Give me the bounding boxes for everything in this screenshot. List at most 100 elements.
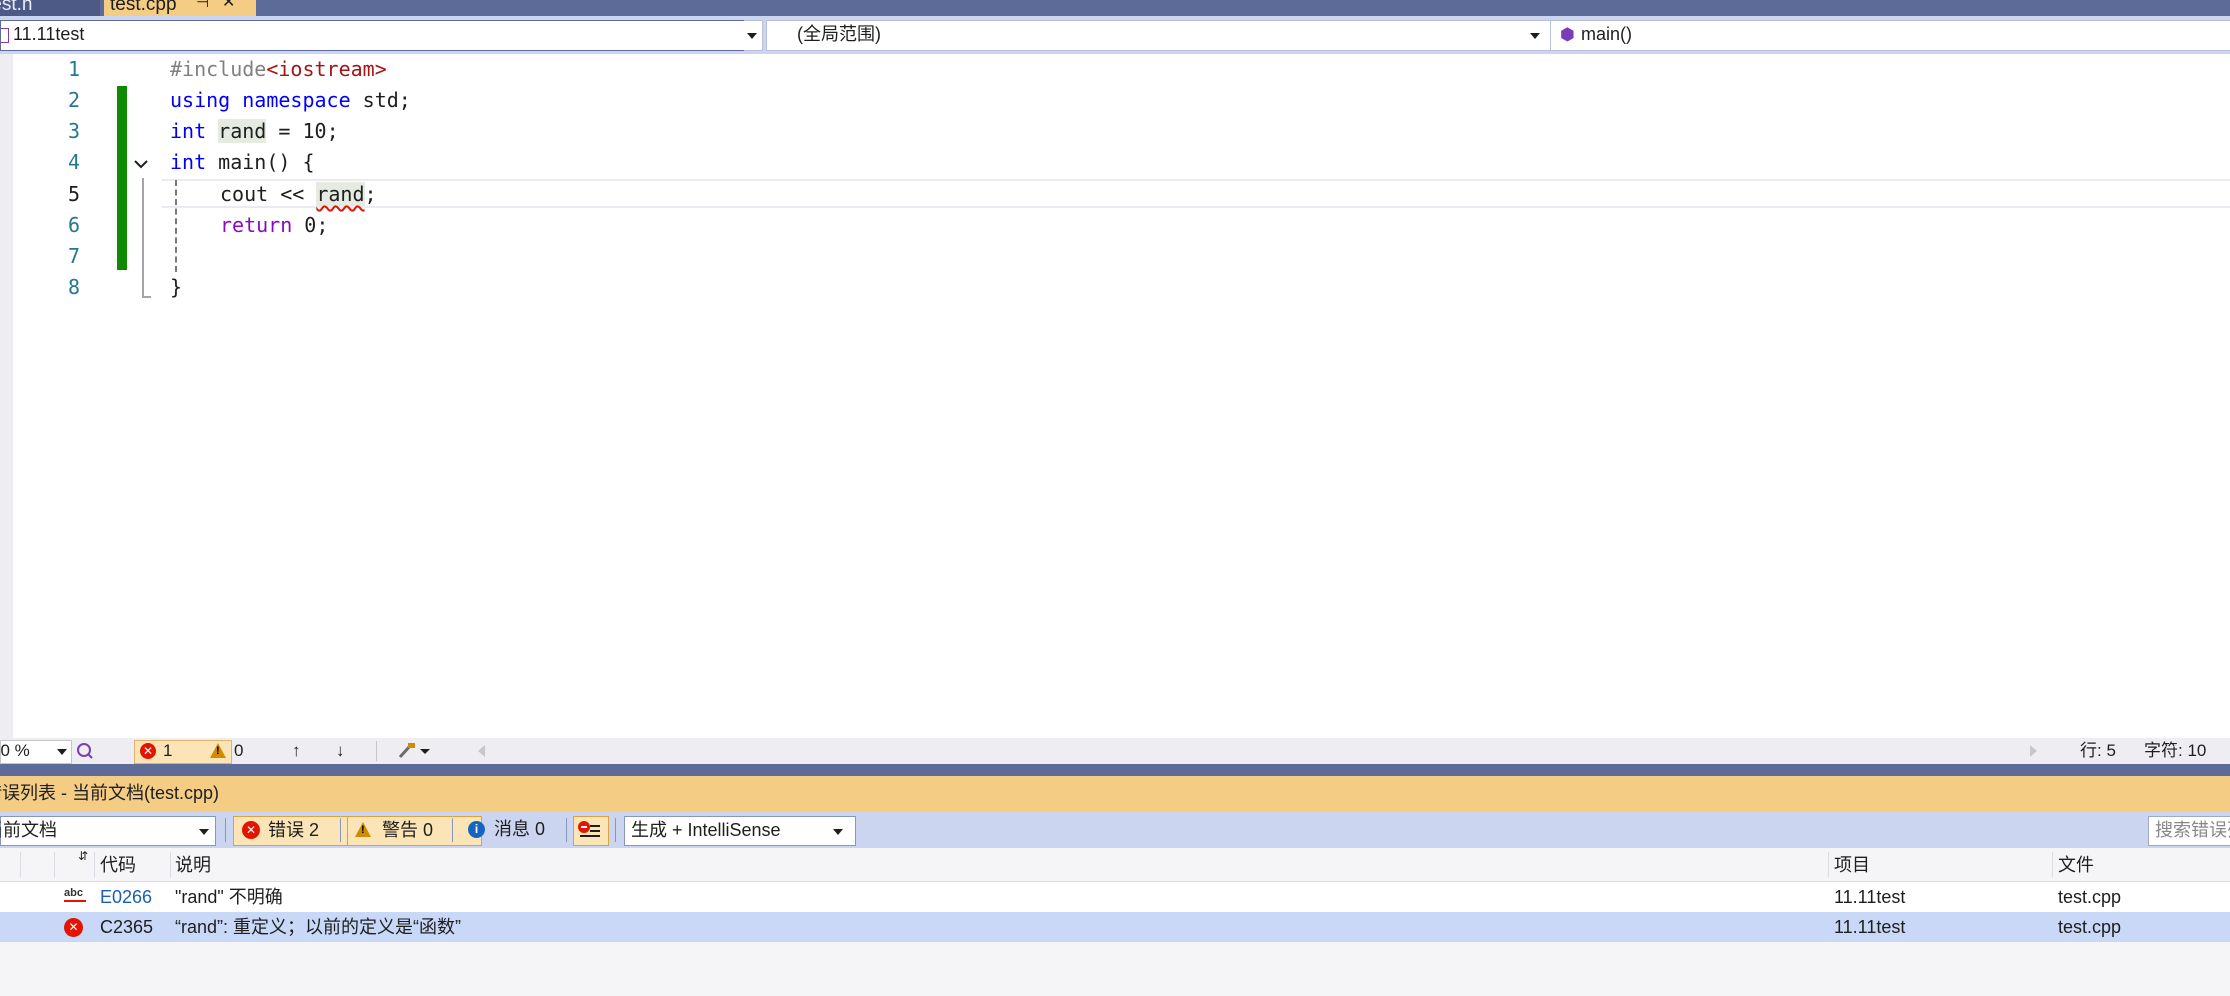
error-code: C2365 [100, 917, 154, 937]
keyword: namespace [242, 88, 351, 112]
code-line-1: #include<iostream> [170, 54, 387, 85]
column-header-project[interactable]: 项目 [1834, 848, 1870, 882]
warning-count-badge[interactable]: 0 [208, 738, 254, 764]
errors-filter-label: 错误 2 [268, 820, 320, 840]
scope-label: (全局范围) [797, 24, 881, 44]
code-line-2: using namespace std; [170, 85, 411, 116]
error-icon: ✕ [64, 918, 83, 937]
keyword: using [170, 88, 231, 112]
tab-test-cpp[interactable]: test.cpp ⊣ ✕ [104, 0, 256, 16]
previous-issue-button[interactable]: ↑ [292, 738, 301, 764]
number-literal: 0 [292, 213, 317, 237]
column-separator [54, 852, 55, 878]
error-list-row-selected[interactable]: ✕ C2365 “rand”: 重定义；以前的定义是“函数” 11.11test… [0, 912, 2230, 942]
identifier-highlight: rand [218, 119, 267, 143]
intellicode-icon[interactable] [76, 742, 94, 760]
column-separator [2052, 852, 2053, 878]
zoom-dropdown[interactable]: 80 % [0, 740, 72, 764]
document-tab-strip: test.h test.cpp ⊣ ✕ [0, 0, 2230, 16]
sort-icon[interactable]: ⇵ [78, 850, 88, 884]
column-header-file[interactable]: 文件 [2058, 848, 2094, 882]
divider [566, 818, 567, 842]
scroll-right-arrow-icon[interactable] [2030, 745, 2037, 757]
error-list-header: ⇵ 代码 说明 项目 文件 [0, 848, 2230, 882]
error-list-row[interactable]: abc E0266 "rand" 不明确 11.11test test.cpp [0, 882, 2230, 912]
intellisense-spelling-icon: abc [64, 887, 86, 902]
keyword: return [220, 213, 293, 237]
member-dropdown[interactable]: ⬢ main() [1550, 20, 2230, 51]
scope-filter-dropdown[interactable]: 当前文档 [0, 816, 216, 846]
code-text: ; [364, 182, 377, 206]
divider [615, 818, 616, 842]
close-icon[interactable]: ✕ [222, 0, 235, 11]
error-list-title: 错误列表 - 当前文档(test.cpp) [0, 783, 220, 803]
info-icon: i [468, 821, 485, 838]
pin-icon[interactable]: ⊣ [196, 0, 209, 10]
error-icon: ✕ [140, 743, 156, 759]
error-list-search-input[interactable]: 搜索错误列表 [2148, 816, 2230, 846]
keyword: int [170, 119, 207, 143]
scope-dropdown[interactable]: (全局范围) [766, 20, 1578, 51]
column-separator [20, 852, 21, 878]
zoom-level: 80 % [0, 741, 30, 760]
build-filter-toggle[interactable] [573, 816, 609, 846]
code-text: std; [350, 88, 411, 112]
error-file: test.cpp [2058, 887, 2122, 907]
column-separator [1828, 852, 1829, 878]
divider [452, 818, 453, 842]
keyword: int [170, 150, 207, 174]
editor-status-bar: 80 % ✕ 1 0 ↑ ↓ 行: 5 字符: 10 [0, 738, 2230, 764]
line-number: 3 [67, 119, 80, 143]
brush-icon [398, 743, 430, 759]
chevron-down-icon [1530, 33, 1540, 39]
cursor-line: 行: 5 [2080, 741, 2116, 760]
current-line-highlight [162, 179, 2230, 208]
scope-filter-label: 当前文档 [0, 820, 57, 840]
column-header-code[interactable]: 代码 [100, 848, 136, 882]
error-list-toolbar: 当前文档 ✕ 错误 2 警告 0 i 消息 0 生成 + IntelliSens… [0, 812, 2230, 848]
code-text: ; [316, 213, 329, 237]
error-code-link[interactable]: E0266 [100, 882, 152, 912]
project-icon [1, 28, 9, 43]
line-number: 6 [67, 213, 80, 237]
preprocessor-directive: #include [170, 57, 267, 81]
code-editor[interactable] [0, 54, 2230, 738]
line-number: 8 [67, 275, 80, 299]
project-dropdown-button[interactable] [744, 20, 763, 51]
editor-margin [0, 54, 13, 738]
navigation-bar: 11.11test (全局范围) ⬢ main() [0, 16, 2230, 54]
indent-guide [175, 180, 177, 272]
code-text: ; [326, 119, 339, 143]
arrow-down-icon: ↓ [336, 741, 345, 760]
scroll-left-arrow-icon[interactable] [478, 745, 485, 757]
code-cleanup-button[interactable] [396, 741, 436, 761]
chevron-down-icon [199, 829, 209, 835]
chevron-down-icon [747, 33, 757, 39]
code-line-3: int rand = 10; [170, 116, 339, 147]
column-header-description[interactable]: 说明 [175, 848, 211, 882]
code-text: } [170, 275, 183, 299]
arrow-up-icon: ↑ [292, 741, 301, 760]
function-name: main [206, 150, 267, 174]
warnings-filter-label: 警告 0 [382, 820, 434, 840]
code-text: () { [266, 150, 315, 174]
fold-guide-line [142, 178, 144, 298]
next-issue-button[interactable]: ↓ [336, 738, 345, 764]
tab-test-h[interactable]: test.h [0, 0, 100, 16]
code-text: = [266, 119, 303, 143]
chevron-down-icon [833, 829, 843, 835]
collapse-chevron-icon[interactable] [132, 155, 150, 173]
member-label: main() [1581, 24, 1633, 44]
source-filter-dropdown[interactable]: 生成 + IntelliSense [624, 816, 856, 846]
column-separator [170, 852, 171, 878]
project-dropdown[interactable]: 11.11test [0, 20, 758, 51]
code-line-6: return 0; [220, 210, 328, 241]
cursor-column: 字符: 10 [2144, 741, 2207, 760]
code-line-4: int main() { [170, 147, 315, 178]
identifier-error: rand [316, 182, 365, 206]
line-number: 1 [67, 57, 80, 81]
error-description: "rand" 不明确 [175, 887, 283, 907]
fold-guide-end [142, 296, 151, 298]
error-description: “rand”: 重定义；以前的定义是“函数” [175, 917, 462, 937]
